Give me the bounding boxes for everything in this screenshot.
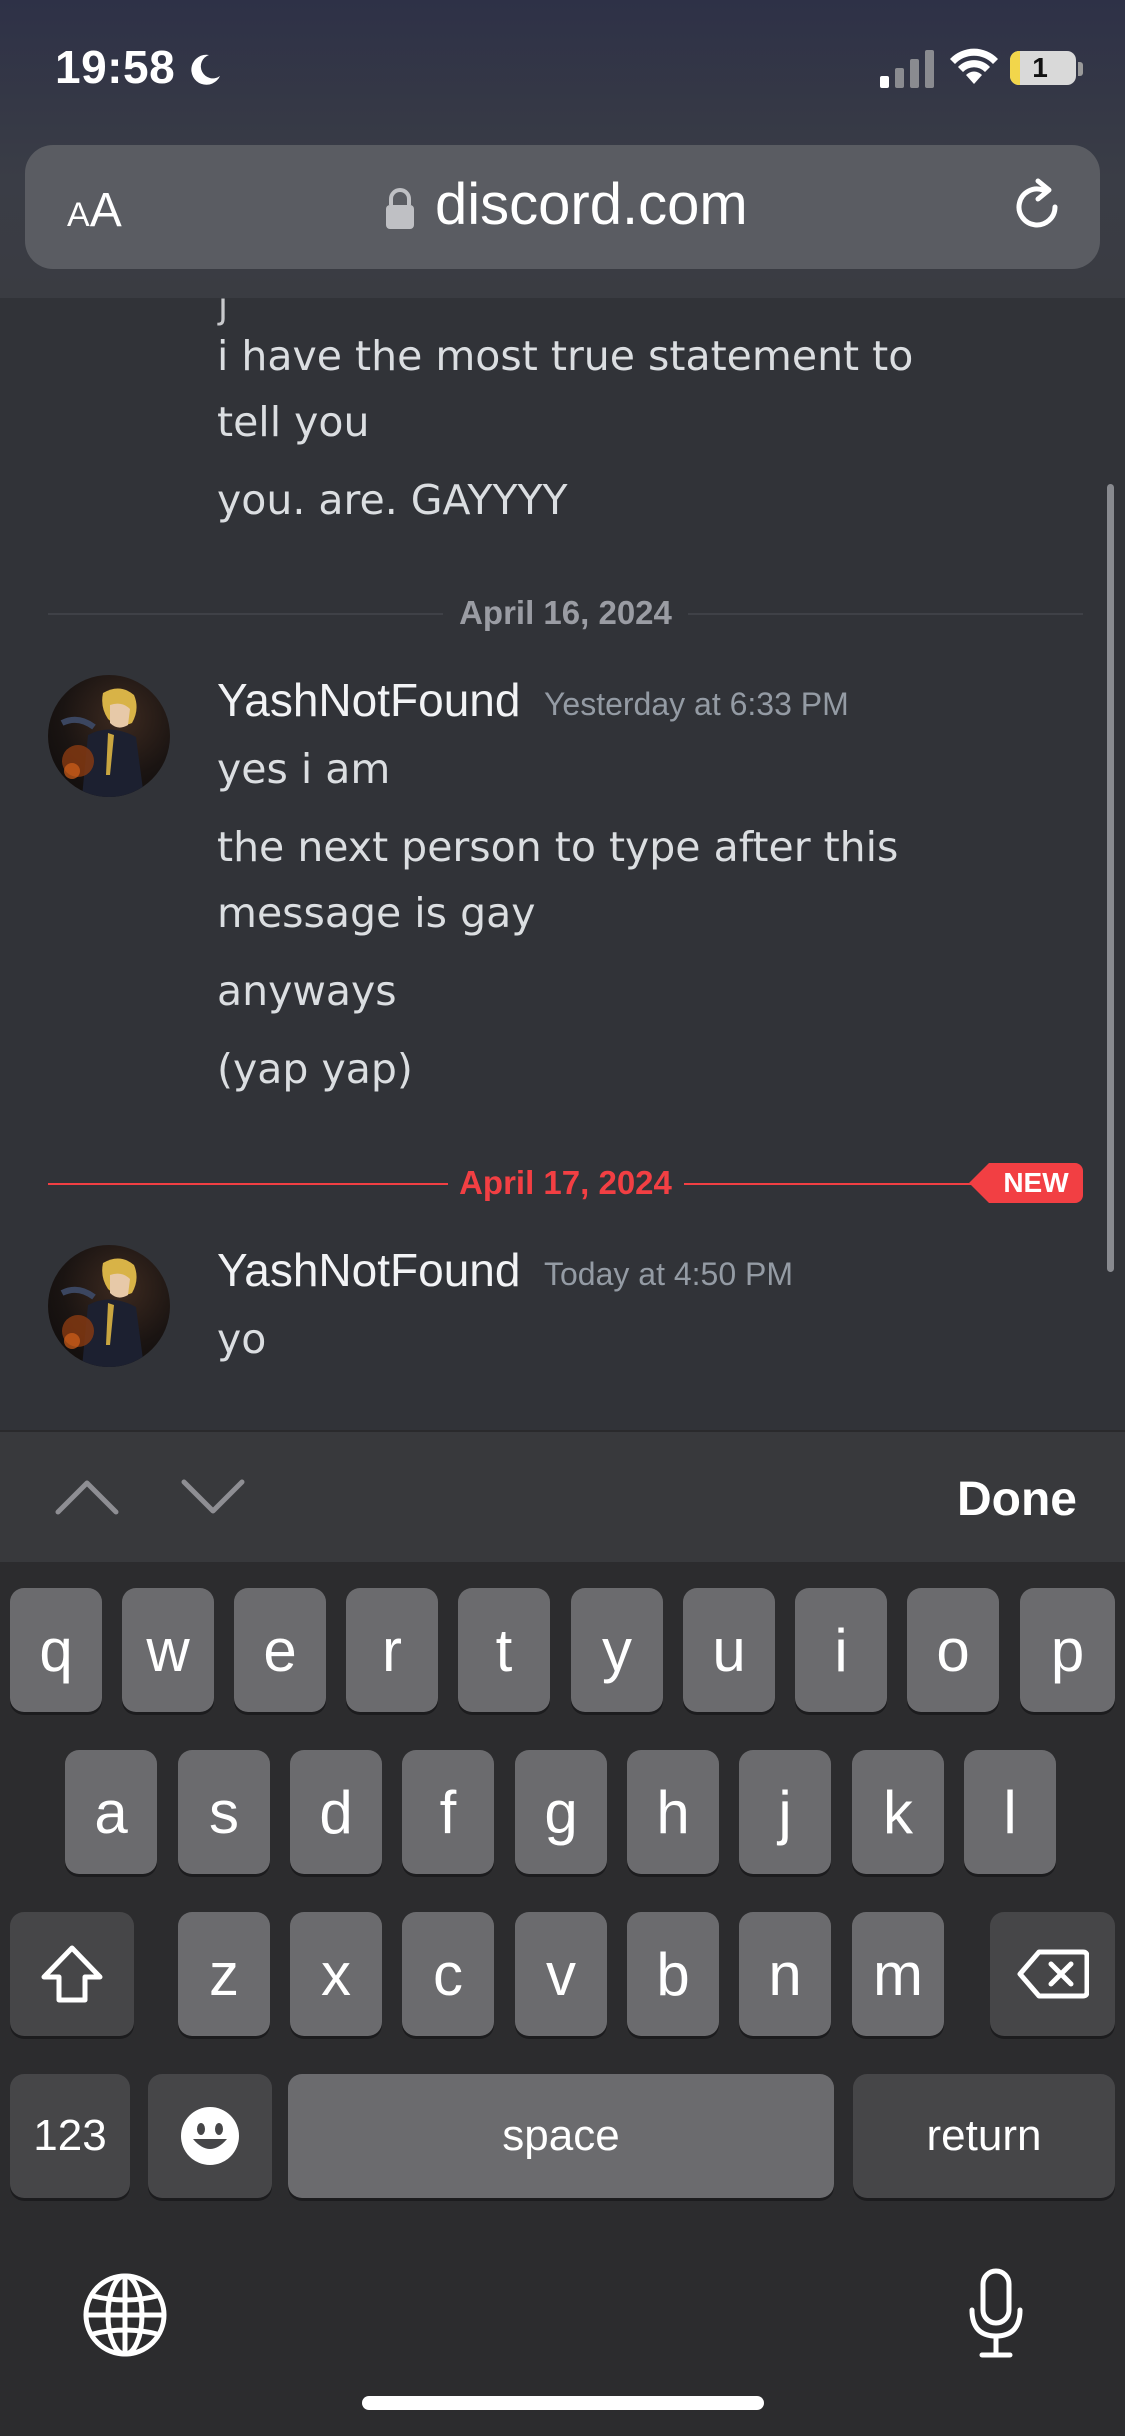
key-l[interactable]: l	[964, 1750, 1056, 1874]
key-q[interactable]: q	[10, 1588, 102, 1712]
chevron-up-icon[interactable]	[54, 1474, 120, 1520]
space-key[interactable]: space	[288, 2074, 834, 2198]
key-y[interactable]: y	[571, 1588, 663, 1712]
emoji-key[interactable]	[148, 2074, 272, 2198]
battery-icon: 1	[1010, 51, 1076, 85]
username[interactable]: YashNotFound	[217, 673, 520, 727]
chevron-down-icon[interactable]	[180, 1474, 246, 1520]
message-line: yes i am	[217, 745, 391, 793]
key-w[interactable]: w	[122, 1588, 214, 1712]
top-bar: 19:58 1 AA discord.com	[0, 0, 1125, 298]
date-divider-label: April 16, 2024	[459, 594, 672, 631]
return-key[interactable]: return	[853, 2074, 1115, 2198]
message-line: you. are. GAYYYY	[217, 476, 568, 524]
backspace-key[interactable]	[990, 1912, 1115, 2036]
globe-icon[interactable]	[82, 2272, 168, 2358]
message-line: the next person to type after this	[217, 823, 899, 871]
username[interactable]: YashNotFound	[217, 1243, 520, 1297]
scrollbar[interactable]	[1107, 484, 1114, 1272]
numbers-key[interactable]: 123	[10, 2074, 130, 2198]
lock-icon	[386, 188, 414, 229]
key-z[interactable]: z	[178, 1912, 270, 2036]
key-f[interactable]: f	[402, 1750, 494, 1874]
message-line: tell you	[217, 398, 370, 446]
key-x[interactable]: x	[290, 1912, 382, 2036]
wifi-icon	[950, 48, 998, 84]
avatar[interactable]	[48, 1245, 170, 1367]
key-u[interactable]: u	[683, 1588, 775, 1712]
key-c[interactable]: c	[402, 1912, 494, 2036]
done-button[interactable]: Done	[957, 1472, 1077, 1527]
key-v[interactable]: v	[515, 1912, 607, 2036]
message-line: anyways	[217, 967, 397, 1015]
chat-messages[interactable]: ȷ i have the most true statement to tell…	[0, 298, 1125, 1430]
new-messages-divider: April 17, 2024 NEW	[48, 1161, 1083, 1205]
key-s[interactable]: s	[178, 1750, 270, 1874]
key-b[interactable]: b	[627, 1912, 719, 2036]
new-badge: NEW	[969, 1163, 1083, 1203]
moon-icon	[191, 54, 220, 85]
key-j[interactable]: j	[739, 1750, 831, 1874]
shift-key[interactable]	[10, 1912, 134, 2036]
message-line: (yap yap)	[217, 1045, 413, 1093]
battery-tip	[1078, 62, 1083, 76]
key-i[interactable]: i	[795, 1588, 887, 1712]
date-divider-label: April 17, 2024	[459, 1164, 672, 1201]
battery-level: 1	[1032, 52, 1048, 83]
signal-icon	[880, 50, 934, 88]
key-e[interactable]: e	[234, 1588, 326, 1712]
date-divider: April 16, 2024	[48, 591, 1083, 635]
backspace-icon	[1017, 1949, 1089, 1999]
message-line: message is gay	[217, 889, 536, 937]
home-indicator[interactable]	[362, 2396, 764, 2410]
key-p[interactable]: p	[1020, 1588, 1115, 1712]
key-k[interactable]: k	[852, 1750, 944, 1874]
status-time: 19:58	[55, 41, 176, 93]
key-t[interactable]: t	[458, 1588, 550, 1712]
key-o[interactable]: o	[907, 1588, 999, 1712]
key-a[interactable]: a	[65, 1750, 157, 1874]
reload-icon[interactable]	[1005, 175, 1069, 239]
key-m[interactable]: m	[852, 1912, 944, 2036]
message-timestamp: Yesterday at 6:33 PM	[544, 686, 849, 722]
emoji-icon	[181, 2107, 239, 2165]
text-size-button[interactable]: AA	[67, 183, 122, 238]
key-n[interactable]: n	[739, 1912, 831, 2036]
microphone-icon[interactable]	[966, 2268, 1026, 2360]
message-timestamp: Today at 4:50 PM	[544, 1256, 794, 1292]
key-g[interactable]: g	[515, 1750, 607, 1874]
keyboard: q w e r t y u i o p a s d f g h j k l z …	[0, 1562, 1125, 2436]
key-d[interactable]: d	[290, 1750, 382, 1874]
url-bar[interactable]: AA discord.com	[25, 145, 1100, 269]
avatar[interactable]	[48, 675, 170, 797]
message-line: yo	[217, 1315, 267, 1363]
shift-icon	[41, 1945, 103, 2003]
keyboard-accessory-bar: Done	[0, 1430, 1125, 1562]
key-r[interactable]: r	[346, 1588, 438, 1712]
url-text[interactable]: discord.com	[435, 171, 748, 238]
key-h[interactable]: h	[627, 1750, 719, 1874]
message-line: i have the most true statement to	[217, 332, 914, 380]
